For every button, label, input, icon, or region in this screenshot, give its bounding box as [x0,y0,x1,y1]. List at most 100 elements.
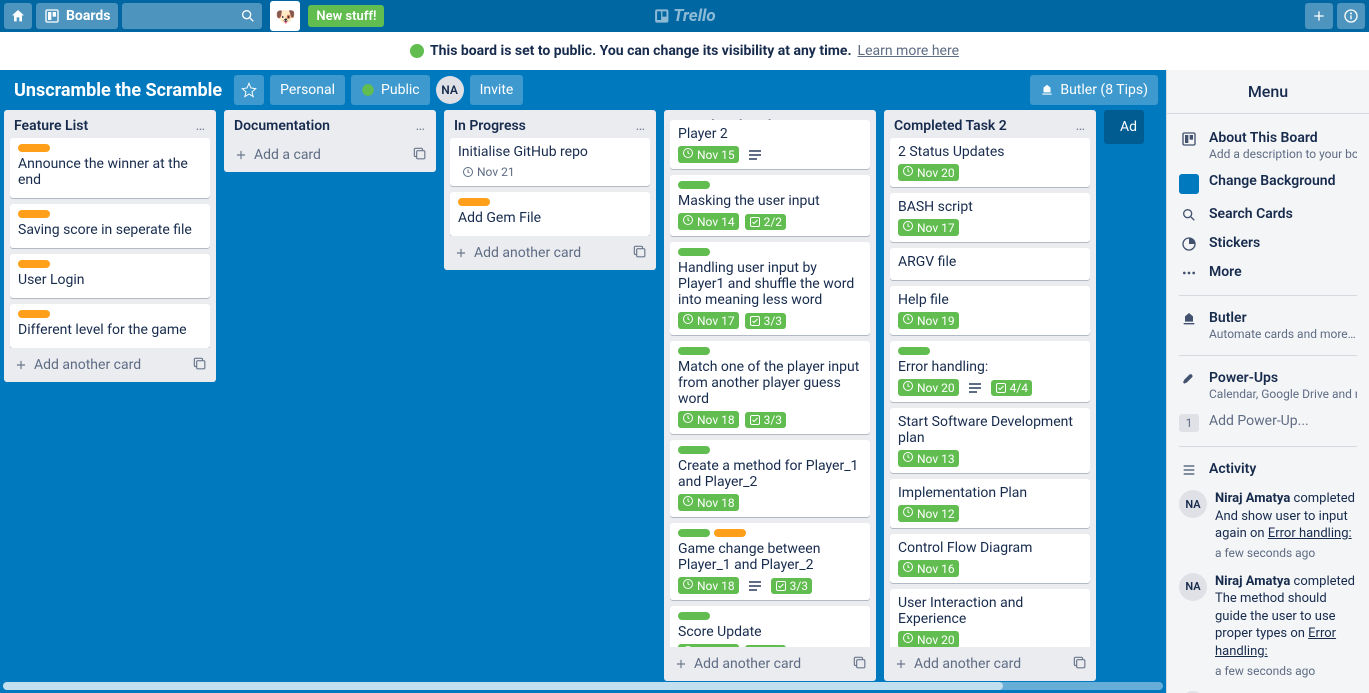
list-menu-button[interactable]: … [416,118,426,134]
card[interactable]: Handling user input by Player1 and shuff… [670,242,870,335]
team-button[interactable]: Personal [270,75,345,105]
due-badge: Nov 18 [678,494,739,511]
card[interactable]: 2 Status UpdatesNov 20 [890,138,1090,187]
description-icon [969,383,981,393]
card[interactable]: Help fileNov 19 [890,286,1090,335]
butler-button[interactable]: Butler (8 Tips) [1030,75,1158,105]
board-canvas[interactable]: Feature List … Announce the winner at the … [0,110,1166,681]
create-button[interactable] [1305,3,1333,29]
board-title[interactable]: Unscramble the Scramble [8,80,228,101]
info-button[interactable] [1337,3,1365,29]
label-green[interactable] [678,248,710,256]
menu-butler[interactable]: Butler Automate cards and more… [1167,304,1369,347]
avatar[interactable]: NA [1179,490,1207,518]
card[interactable]: Implementation PlanNov 12 [890,479,1090,528]
menu-search-cards[interactable]: Search Cards [1167,200,1369,229]
card-title: Score Update [678,624,862,640]
board-menu-sidebar: Menu About This Board Add a description … [1166,70,1369,693]
card[interactable]: ARGV file [890,248,1090,280]
boards-button[interactable]: Boards [36,3,118,29]
banner-text: This board is set to public. You can cha… [430,43,852,59]
label-orange[interactable] [18,210,50,218]
card[interactable]: Game change between Player_1 and Player_… [670,523,870,600]
label-orange[interactable] [714,529,746,537]
list-title[interactable]: Feature List [14,118,88,134]
label-green[interactable] [678,181,710,189]
avatar[interactable]: NA [436,76,464,104]
card[interactable]: Announce the winner at the end [10,138,210,198]
list-title[interactable]: Completed Task 2 [894,118,1007,134]
add-card-button[interactable]: Add another card [884,647,1096,681]
list-menu-button[interactable]: … [1076,118,1086,134]
card-title: Handling user input by Player1 and shuff… [678,260,862,308]
list: Feature List … Announce the winner at the … [4,110,216,382]
description-icon [749,150,761,160]
card[interactable]: Add Gem File [450,192,650,236]
list-menu-button[interactable]: … [196,118,206,134]
search-input[interactable] [122,3,262,29]
list-title[interactable]: In Progress [454,118,526,134]
card[interactable]: Score UpdateNov 192/2 [670,606,870,647]
card[interactable]: Create a method for Player_1 and Player_… [670,440,870,517]
list-menu-button[interactable]: … [636,118,646,134]
card-template-icon[interactable] [852,655,866,673]
label-green[interactable] [898,347,930,355]
horizontal-scrollbar[interactable] [3,682,1163,690]
banner-link[interactable]: Learn more here [858,43,959,59]
card[interactable]: Saving score in seperate file [10,204,210,248]
card[interactable]: Initialise GitHub repoNov 21 [450,138,650,186]
card-title: User Login [18,272,202,288]
add-card-button[interactable]: Add another card [444,236,656,270]
label-orange[interactable] [18,310,50,318]
card[interactable]: Masking the user inputNov 142/2 [670,175,870,236]
card[interactable]: BASH scriptNov 17 [890,193,1090,242]
list-title[interactable]: Documentation [234,118,330,134]
label-green[interactable] [678,347,710,355]
card[interactable]: User Login [10,254,210,298]
rocket-icon [1181,371,1197,387]
description-badge [965,382,985,394]
menu-power-ups[interactable]: Power-Ups Calendar, Google Drive and mor… [1167,364,1369,407]
card-title: Different level for the game [18,322,202,338]
due-badge: Nov 15 [678,146,739,163]
menu-about-board[interactable]: About This Board Add a description to yo… [1167,124,1369,167]
label-green[interactable] [678,446,710,454]
label-green[interactable] [678,529,710,537]
menu-more[interactable]: More [1167,258,1369,287]
due-badge: Nov 20 [898,631,959,647]
card[interactable]: Start Software Development planNov 13 [890,408,1090,473]
invite-button[interactable]: Invite [470,75,524,105]
card[interactable]: Player 2Nov 15 [670,120,870,169]
avatar[interactable]: NA [1179,573,1207,601]
add-card-button[interactable]: Add a card [224,138,436,172]
label-green[interactable] [678,612,710,620]
card-template-icon[interactable] [412,146,426,164]
add-list-button[interactable]: Ad [1104,110,1144,144]
home-icon [10,8,26,24]
card-title: 2 Status Updates [898,144,1082,160]
card[interactable]: User Interaction and ExperienceNov 20 [890,589,1090,647]
due-badge: Nov 12 [898,505,959,522]
star-button[interactable] [234,75,264,105]
menu-add-power-up[interactable]: 1 Add Power-Up... [1167,407,1369,438]
card-title: Control Flow Diagram [898,540,1082,556]
menu-stickers[interactable]: Stickers [1167,229,1369,258]
label-orange[interactable] [18,144,50,152]
add-card-button[interactable]: Add another card [4,348,216,382]
card-template-icon[interactable] [1072,655,1086,673]
menu-change-background[interactable]: Change Background [1167,167,1369,200]
label-orange[interactable] [18,260,50,268]
visibility-button[interactable]: Public [351,75,430,105]
card-template-icon[interactable] [632,244,646,262]
label-orange[interactable] [458,198,490,206]
card[interactable]: Different level for the game [10,304,210,348]
new-stuff-badge[interactable]: New stuff! [308,5,384,27]
due-badge: Nov 21 [458,164,519,180]
card-template-icon[interactable] [192,356,206,374]
card[interactable]: Match one of the player input from anoth… [670,341,870,434]
home-button[interactable] [4,3,32,29]
menu-activity-header: Activity [1167,455,1369,484]
add-card-button[interactable]: Add another card [664,647,876,681]
card[interactable]: Control Flow DiagramNov 16 [890,534,1090,583]
card[interactable]: Error handling:Nov 204/4 [890,341,1090,402]
